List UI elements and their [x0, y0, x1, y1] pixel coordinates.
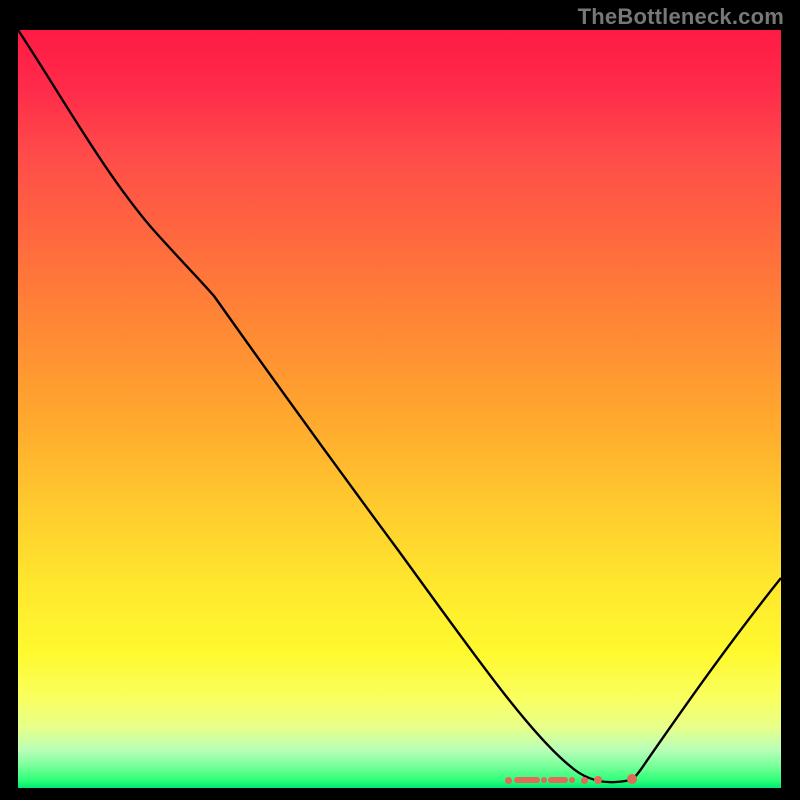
watermark-text: TheBottleneck.com: [578, 4, 784, 30]
bottleneck-curve-path: [18, 30, 781, 782]
chart-frame: [18, 30, 781, 788]
chart-curve: [18, 30, 781, 788]
